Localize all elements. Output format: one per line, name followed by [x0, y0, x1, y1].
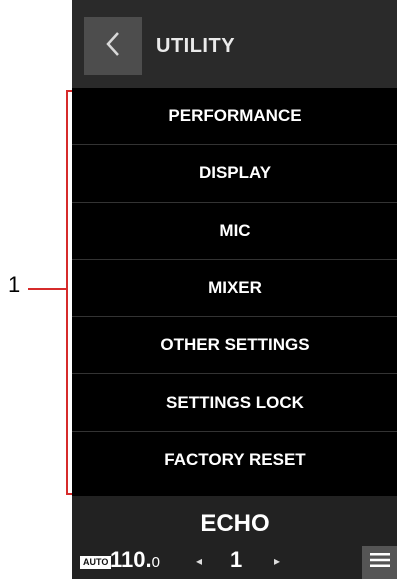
hamburger-icon: [370, 552, 390, 573]
bpm-readout: 110.0: [110, 547, 160, 573]
callout-number: 1: [8, 272, 21, 297]
menu-item-settings-lock[interactable]: SETTINGS LOCK: [72, 374, 397, 432]
bpm-decimal: 0: [151, 554, 160, 571]
menu-item-factory-reset[interactable]: FACTORY RESET: [72, 432, 397, 489]
header-bar: UTILITY: [72, 0, 397, 88]
beat-decrease-icon[interactable]: ◂: [196, 554, 202, 568]
callout-leader-line: [28, 288, 66, 290]
bpm-main: 110.: [110, 547, 152, 572]
hamburger-menu-button[interactable]: [362, 546, 397, 579]
footer-bar: ECHO AUTO 110.0 ◂ 1 ▸: [72, 496, 397, 579]
menu-item-mixer[interactable]: MIXER: [72, 260, 397, 318]
chevron-left-icon: [104, 30, 122, 63]
device-screen: UTILITY PERFORMANCE DISPLAY MIC MIXER OT…: [72, 0, 397, 579]
back-button[interactable]: [84, 17, 142, 75]
utility-menu: PERFORMANCE DISPLAY MIC MIXER OTHER SETT…: [72, 88, 397, 496]
menu-item-other-settings[interactable]: OTHER SETTINGS: [72, 317, 397, 375]
effect-name: ECHO: [200, 510, 270, 537]
page-title: UTILITY: [156, 35, 236, 57]
menu-item-performance[interactable]: PERFORMANCE: [72, 88, 397, 146]
beat-value: 1: [230, 547, 243, 572]
menu-item-display[interactable]: DISPLAY: [72, 145, 397, 203]
beat-increase-icon[interactable]: ▸: [274, 554, 280, 568]
menu-item-mic[interactable]: MIC: [72, 203, 397, 260]
auto-badge: AUTO: [80, 556, 112, 569]
